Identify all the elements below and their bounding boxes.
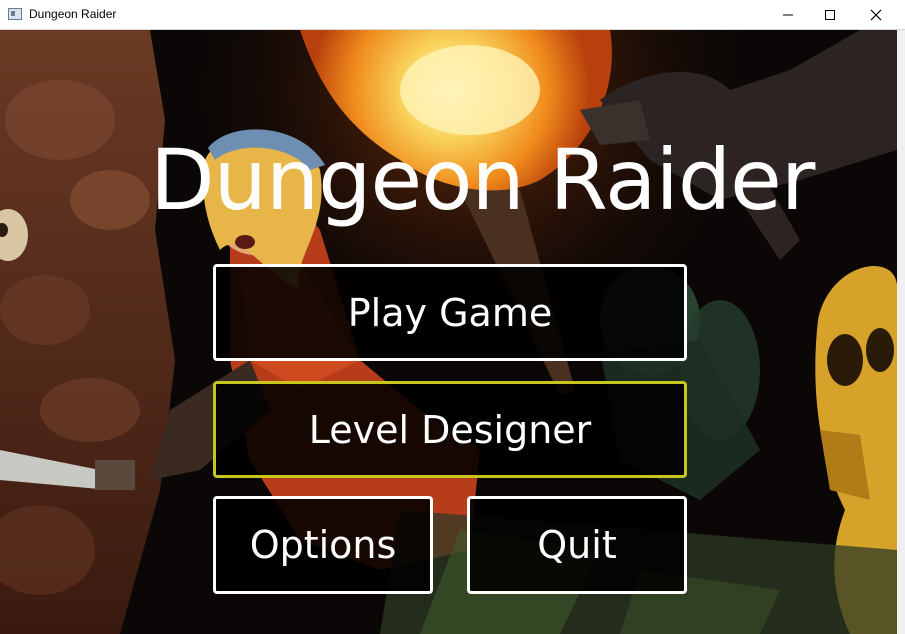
maximize-icon (825, 10, 835, 20)
game-window: Dungeon Raider Dungeon Raider Play Game … (0, 0, 905, 634)
game-title: Dungeon Raider (150, 131, 815, 229)
window-border (897, 30, 905, 634)
title-bar[interactable]: Dungeon Raider (0, 0, 905, 30)
window-title: Dungeon Raider (29, 7, 117, 21)
minimize-button[interactable] (765, 0, 811, 30)
play-game-button[interactable]: Play Game (213, 264, 687, 361)
options-button[interactable]: Options (213, 496, 433, 594)
quit-button[interactable]: Quit (467, 496, 687, 594)
game-scene: Dungeon Raider Play Game Level Designer … (0, 30, 897, 634)
close-icon (870, 9, 882, 21)
close-button[interactable] (853, 0, 899, 30)
minimize-icon (783, 14, 793, 16)
level-designer-button[interactable]: Level Designer (213, 381, 687, 478)
maximize-button[interactable] (807, 0, 853, 30)
app-icon (8, 8, 22, 20)
